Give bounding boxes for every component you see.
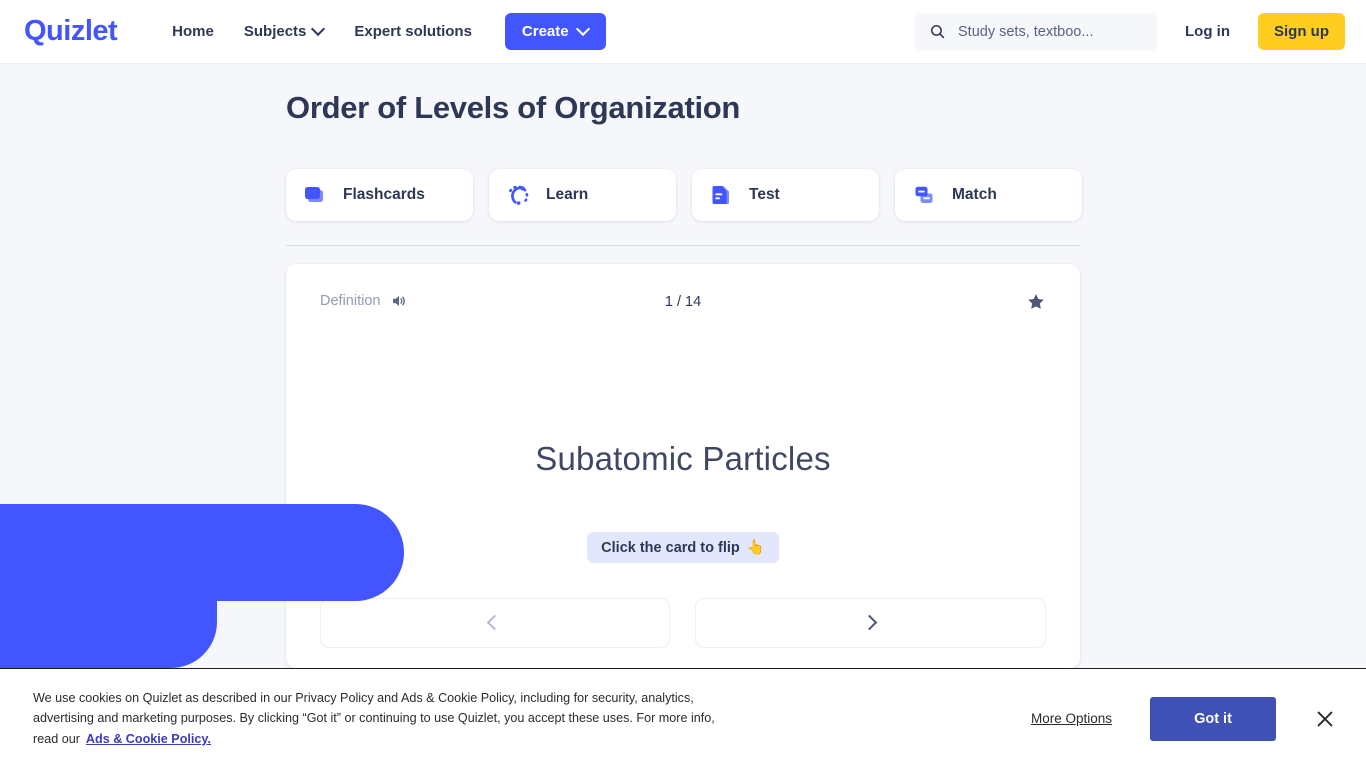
flashcard-panel[interactable]: Definition 1 / 14 Subatomic Particles Cl… xyxy=(286,264,1080,668)
card-counter: 1 / 14 xyxy=(664,294,702,310)
primary-nav: Home Subjects Expert solutions Create xyxy=(161,13,606,50)
cookie-banner-text-block: We use cookies on Quizlet as described i… xyxy=(33,688,733,749)
close-icon[interactable] xyxy=(1314,708,1336,730)
site-header: Quizlet Home Subjects Expert solutions C… xyxy=(0,0,1366,64)
nav-item-label: Subjects xyxy=(243,23,307,40)
nav-item-subjects[interactable]: Subjects xyxy=(233,14,336,49)
nav-item-expert-solutions[interactable]: Expert solutions xyxy=(343,14,483,49)
search-box[interactable] xyxy=(915,12,1157,51)
ads-cookie-policy-link[interactable]: Ads & Cookie Policy. xyxy=(86,732,211,746)
login-link[interactable]: Log in xyxy=(1175,15,1240,48)
cookie-consent-banner: We use cookies on Quizlet as described i… xyxy=(0,668,1366,768)
search-input[interactable] xyxy=(958,23,1143,40)
study-modes: Flashcards Learn Test Match xyxy=(286,169,1082,221)
search-icon xyxy=(930,24,945,39)
flip-hint: Click the card to flip 👆 xyxy=(587,532,779,563)
mode-card-label: Flashcards xyxy=(343,186,425,203)
got-it-button[interactable]: Got it xyxy=(1150,696,1276,741)
previous-card-button[interactable] xyxy=(320,598,670,648)
pointing-hand-icon: 👆 xyxy=(746,540,765,556)
match-icon xyxy=(915,186,933,203)
chevron-down-icon xyxy=(313,24,324,35)
mode-card-learn[interactable]: Learn xyxy=(489,169,676,221)
flashcard-nav-row xyxy=(320,598,1046,648)
page-title: Order of Levels of Organization xyxy=(286,90,741,125)
cookie-banner-actions: More Options Got it xyxy=(1031,696,1336,741)
section-divider xyxy=(286,245,1080,246)
create-button[interactable]: Create xyxy=(504,13,606,50)
star-filled-icon[interactable] xyxy=(1026,292,1046,312)
mode-card-test[interactable]: Test xyxy=(692,169,879,221)
learn-icon xyxy=(507,185,529,205)
header-right-group: Log in Sign up xyxy=(915,12,1345,51)
next-card-button[interactable] xyxy=(695,598,1046,648)
nav-item-label: Expert solutions xyxy=(354,23,472,40)
chevron-down-icon xyxy=(578,24,589,35)
flashcard-topbar: Definition 1 / 14 xyxy=(320,292,1046,316)
chevron-right-icon xyxy=(861,614,878,630)
quizlet-logo[interactable]: Quizlet xyxy=(24,17,118,46)
decorative-blue-shape-upper xyxy=(0,504,404,601)
flashcard-term: Subatomic Particles xyxy=(535,440,831,477)
flashcards-icon xyxy=(305,187,323,202)
signup-button[interactable]: Sign up xyxy=(1258,13,1345,50)
card-side-label-group: Definition xyxy=(320,292,408,310)
card-side-label: Definition xyxy=(320,293,381,309)
mode-card-label: Test xyxy=(749,186,780,203)
mode-card-label: Learn xyxy=(546,186,589,203)
nav-item-home[interactable]: Home xyxy=(161,14,225,49)
flip-hint-label: Click the card to flip xyxy=(601,539,740,556)
nav-item-label: Home xyxy=(172,23,214,40)
chevron-left-icon xyxy=(486,614,502,630)
speaker-icon[interactable] xyxy=(390,292,408,310)
test-icon xyxy=(712,186,729,204)
create-button-label: Create xyxy=(521,23,569,40)
mode-card-flashcards[interactable]: Flashcards xyxy=(286,169,473,221)
more-options-link[interactable]: More Options xyxy=(1031,711,1112,726)
decorative-blue-shape-lower xyxy=(0,601,217,668)
mode-card-match[interactable]: Match xyxy=(895,169,1082,221)
mode-card-label: Match xyxy=(952,186,997,203)
